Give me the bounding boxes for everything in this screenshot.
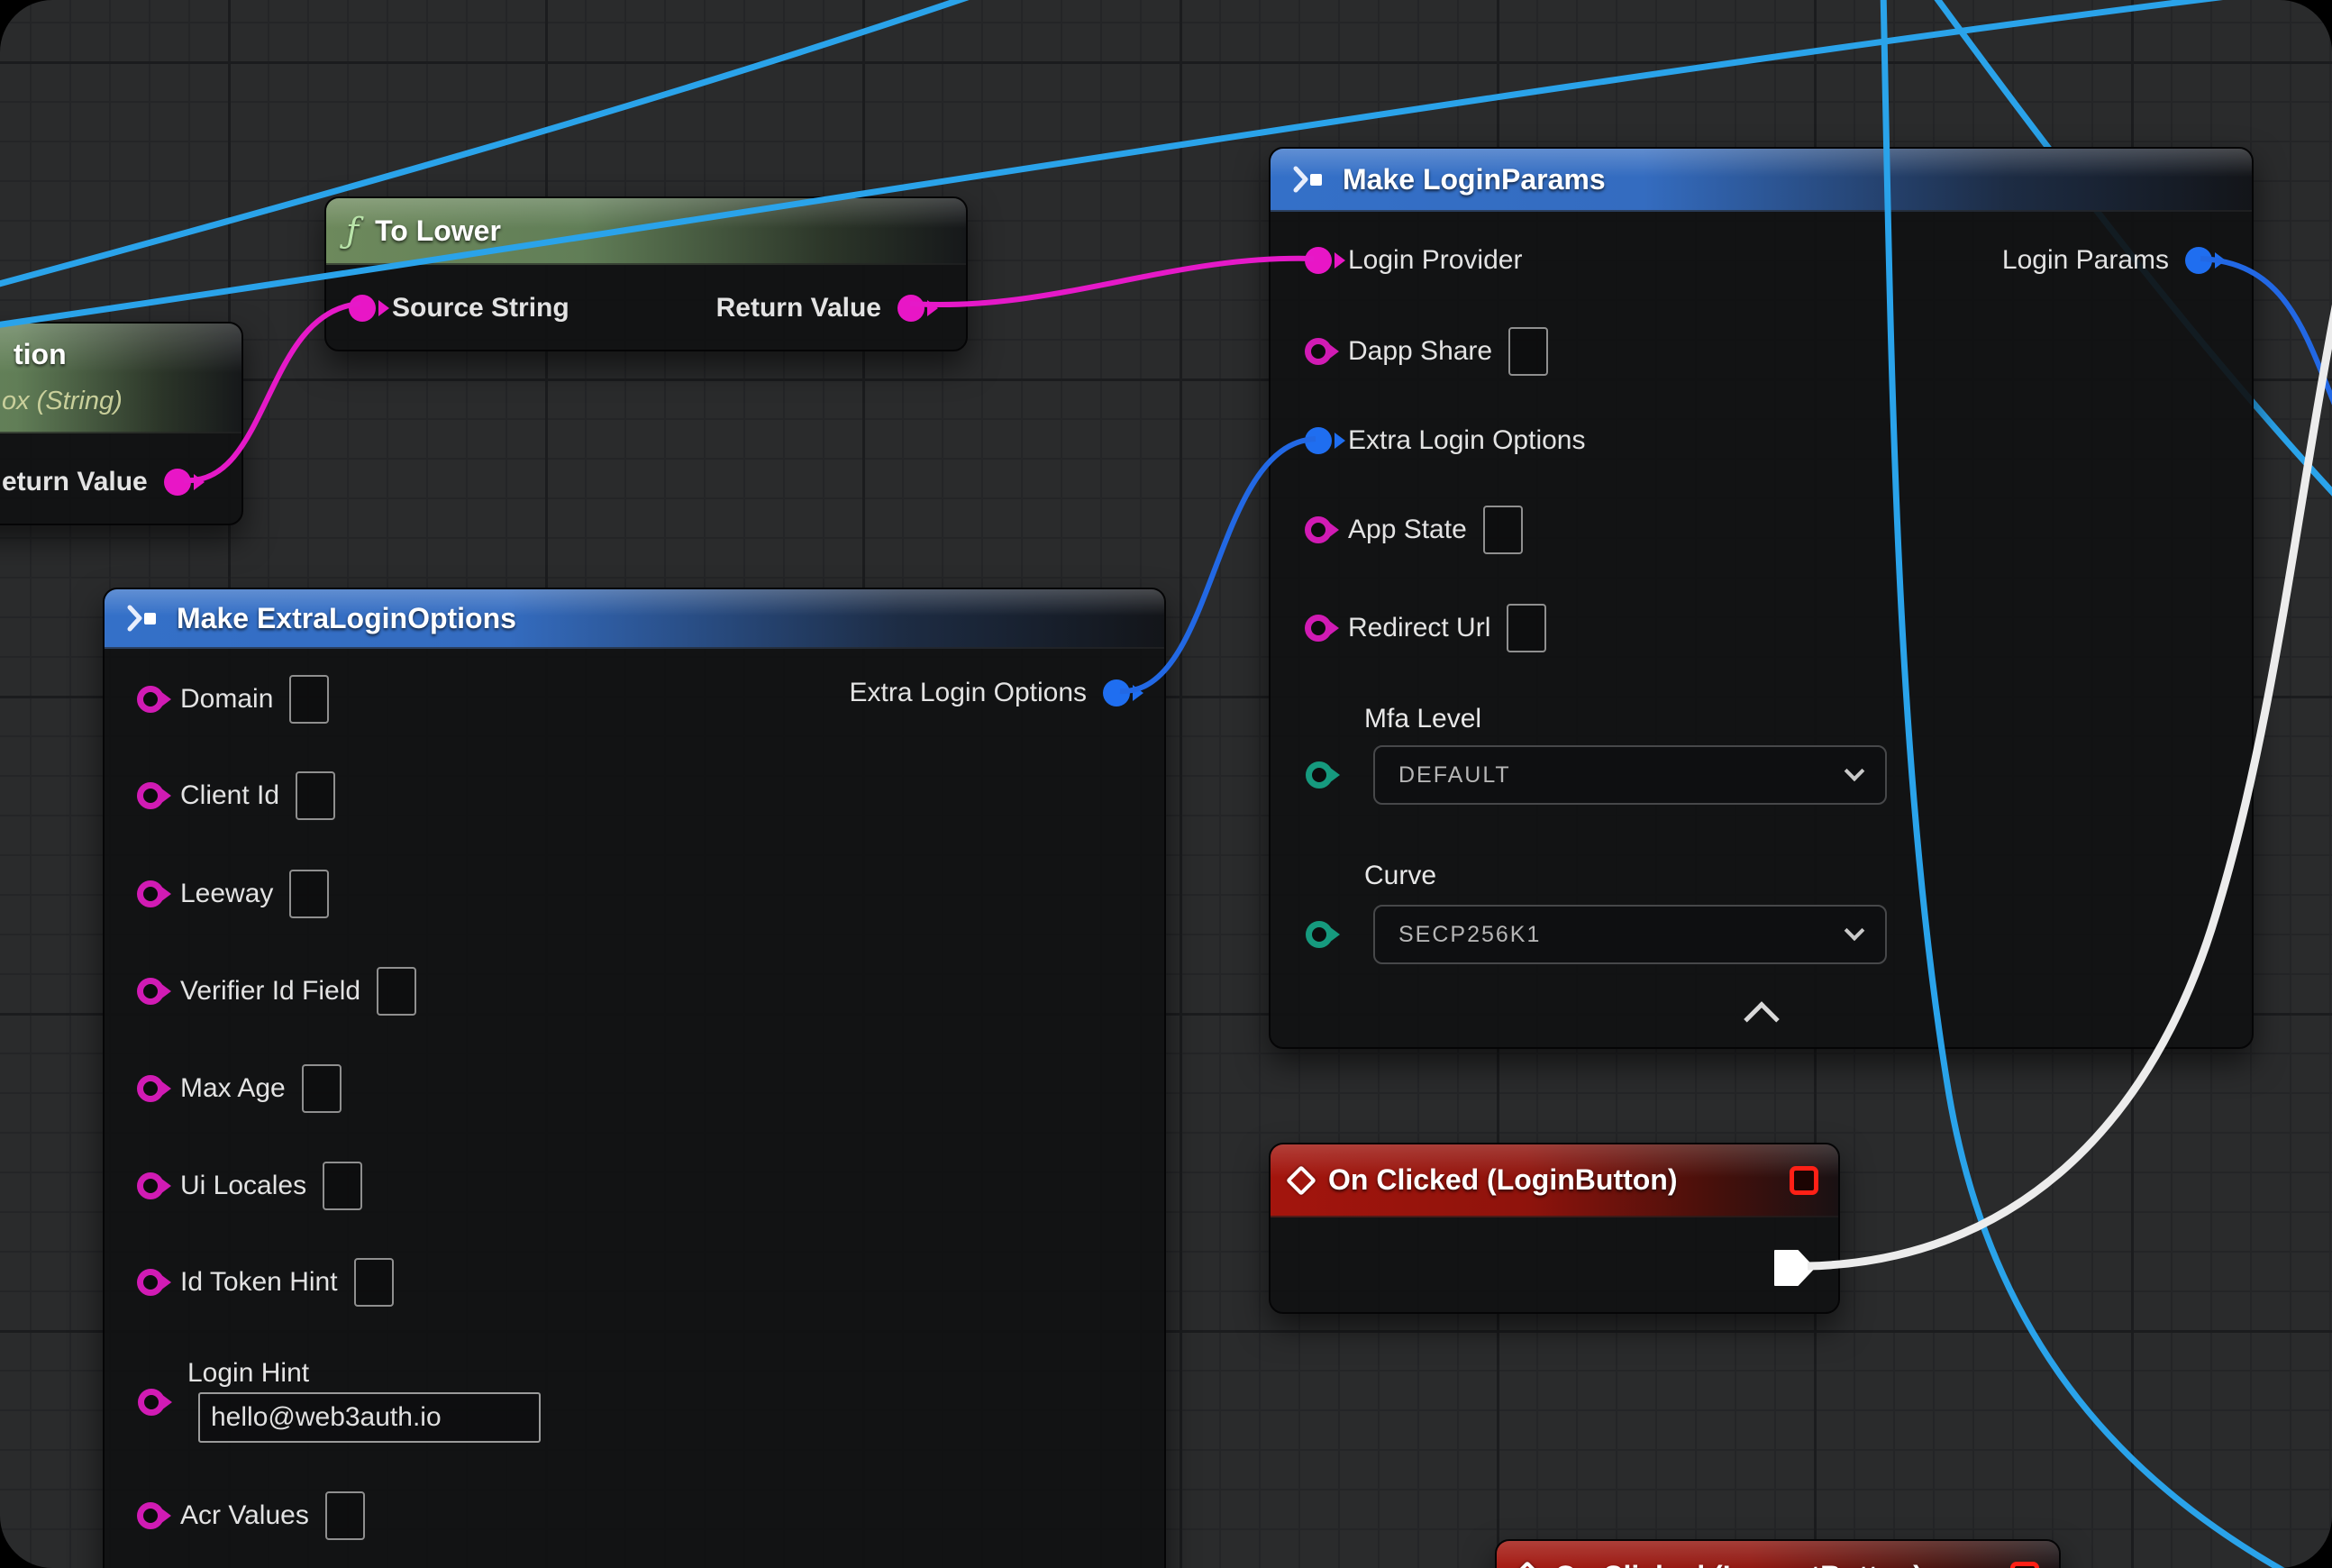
node-on-clicked-logout-button[interactable]: On Clicked (LogoutButton) bbox=[1495, 1539, 2061, 1568]
client-id-pin[interactable] bbox=[137, 782, 164, 809]
verifier-id-field-pin[interactable] bbox=[137, 978, 164, 1005]
pin-label: Leeway bbox=[180, 879, 273, 909]
login-hint-pin[interactable] bbox=[138, 1389, 165, 1416]
node-on-clicked-login-button[interactable]: On Clicked (LoginButton) bbox=[1269, 1143, 1840, 1314]
node-make-login-params[interactable]: Make LoginParams Login Provider Login Pa… bbox=[1269, 147, 2254, 1049]
event-diamond-icon bbox=[1286, 1165, 1316, 1196]
node-title: To Lower bbox=[375, 214, 501, 248]
leeway-pin[interactable] bbox=[137, 880, 164, 907]
pin-label: Domain bbox=[180, 684, 273, 715]
function-icon: ƒ bbox=[346, 214, 359, 248]
pin-label: Redirect Url bbox=[1348, 613, 1490, 643]
chevron-down-icon bbox=[1845, 920, 1865, 941]
login-hint-input[interactable] bbox=[198, 1392, 541, 1443]
node-header: On Clicked (LogoutButton) bbox=[1497, 1541, 2059, 1568]
node-title: Make LoginParams bbox=[1343, 163, 1606, 196]
node-title-fragment: tion bbox=[14, 338, 67, 371]
mfa-level-label: Mfa Level bbox=[1364, 704, 1481, 734]
curve-dropdown[interactable]: SECP256K1 bbox=[1373, 905, 1887, 964]
node-title: On Clicked (LogoutButton) bbox=[1554, 1560, 1923, 1568]
redirect-url-value-box[interactable] bbox=[1507, 604, 1546, 652]
id-token-hint-pin[interactable] bbox=[137, 1269, 164, 1296]
mfa-level-pin[interactable] bbox=[1306, 761, 1333, 789]
pin-label: Max Age bbox=[180, 1073, 286, 1104]
delegate-box-icon bbox=[2010, 1562, 2039, 1568]
node-make-extra-login-options[interactable]: Make ExtraLoginOptions Extra Login Optio… bbox=[103, 588, 1166, 1568]
pin-label: App State bbox=[1348, 515, 1467, 545]
login-params-output-pin[interactable] bbox=[2185, 247, 2212, 274]
login-provider-pin[interactable] bbox=[1305, 247, 1332, 274]
pin-label: Acr Values bbox=[180, 1500, 309, 1531]
delegate-box-icon bbox=[1790, 1166, 1818, 1195]
acr-values-pin[interactable] bbox=[137, 1502, 164, 1529]
client-id-value-box[interactable] bbox=[296, 771, 335, 820]
mfa-level-value: DEFAULT bbox=[1398, 762, 1511, 789]
max-age-value-box[interactable] bbox=[302, 1064, 342, 1113]
dapp-share-value-box[interactable] bbox=[1508, 327, 1548, 376]
pin-label: Id Token Hint bbox=[180, 1267, 338, 1298]
return-value-pin[interactable] bbox=[897, 295, 925, 322]
acr-values-value-box[interactable] bbox=[325, 1491, 365, 1540]
node-to-lower[interactable]: ƒ To Lower Source String Return Value bbox=[324, 196, 968, 351]
curve-value: SECP256K1 bbox=[1398, 922, 1541, 948]
login-hint-label: Login Hint bbox=[187, 1358, 309, 1389]
id-token-hint-value-box[interactable] bbox=[354, 1258, 394, 1307]
collapse-caret-icon[interactable] bbox=[1744, 1001, 1780, 1037]
app-state-pin[interactable] bbox=[1305, 516, 1332, 543]
leeway-value-box[interactable] bbox=[289, 870, 329, 918]
return-value-pin[interactable] bbox=[164, 469, 191, 496]
exec-output-pin[interactable] bbox=[1774, 1250, 1816, 1286]
app-state-value-box[interactable] bbox=[1483, 506, 1523, 554]
node-header: Make ExtraLoginOptions bbox=[105, 589, 1164, 649]
extra-login-options-output-pin[interactable] bbox=[1103, 679, 1130, 707]
pin-label: Verifier Id Field bbox=[180, 976, 360, 1007]
pin-label: Ui Locales bbox=[180, 1171, 306, 1201]
curve-pin[interactable] bbox=[1306, 921, 1333, 948]
pin-label: Extra Login Options bbox=[1348, 425, 1585, 456]
extra-login-options-input-pin[interactable] bbox=[1305, 427, 1332, 454]
node-title: On Clicked (LoginButton) bbox=[1328, 1163, 1678, 1197]
node-header: On Clicked (LoginButton) bbox=[1271, 1144, 1838, 1217]
pin-label: Return Value bbox=[716, 293, 881, 324]
pin-label: Extra Login Options bbox=[850, 678, 1087, 708]
pin-label: Source String bbox=[392, 293, 569, 324]
node-header: Make LoginParams bbox=[1271, 149, 2252, 212]
ui-locales-value-box[interactable] bbox=[323, 1162, 362, 1210]
pin-label: Dapp Share bbox=[1348, 336, 1492, 367]
domain-pin[interactable] bbox=[137, 686, 164, 713]
dapp-share-pin[interactable] bbox=[1305, 338, 1332, 365]
pin-label: Login Params bbox=[2002, 245, 2169, 276]
node-text-box-partial[interactable]: tion ox (String) eturn Value bbox=[0, 322, 243, 525]
source-string-pin[interactable] bbox=[349, 295, 376, 322]
mfa-level-dropdown[interactable]: DEFAULT bbox=[1373, 745, 1887, 805]
node-title: Make ExtraLoginOptions bbox=[177, 602, 516, 635]
pin-label: Login Provider bbox=[1348, 245, 1522, 276]
node-subtitle-fragment: ox (String) bbox=[2, 387, 123, 416]
domain-value-box[interactable] bbox=[289, 675, 329, 724]
make-struct-icon bbox=[1290, 164, 1326, 195]
make-struct-icon bbox=[124, 603, 160, 634]
verifier-id-field-value-box[interactable] bbox=[377, 967, 416, 1016]
pin-label: Client Id bbox=[180, 780, 279, 811]
redirect-url-pin[interactable] bbox=[1305, 615, 1332, 642]
event-diamond-icon bbox=[1512, 1561, 1543, 1568]
pin-label: eturn Value bbox=[2, 467, 148, 497]
blueprint-canvas[interactable]: tion ox (String) eturn Value ƒ To Lower … bbox=[0, 0, 2332, 1568]
node-header: ƒ To Lower bbox=[326, 198, 966, 265]
curve-label: Curve bbox=[1364, 861, 1436, 891]
chevron-down-icon bbox=[1845, 761, 1865, 781]
max-age-pin[interactable] bbox=[137, 1075, 164, 1102]
ui-locales-pin[interactable] bbox=[137, 1172, 164, 1199]
